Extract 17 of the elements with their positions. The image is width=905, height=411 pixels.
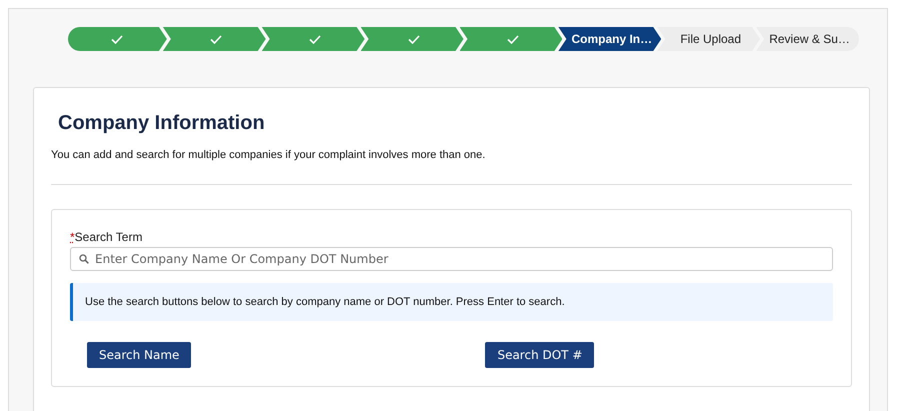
check-icon (210, 34, 222, 44)
page-heading: Company Information (58, 112, 266, 135)
required-mark: * (70, 230, 75, 244)
progress-step: File Upload (657, 27, 760, 51)
field-label: Search Term (74, 230, 142, 244)
check-icon (408, 34, 420, 44)
search-icon (79, 254, 89, 264)
check-icon (309, 34, 322, 44)
search-field[interactable]: Enter Company Name Or Company DOT Number (70, 247, 833, 271)
search-button[interactable]: Search Name (87, 342, 192, 368)
intro-text: You can add and search for multiple companies if your complaint involves more than one. (51, 149, 486, 161)
info-message: Use the search buttons below to search by company name or DOT number. Press Enter to search. (70, 283, 833, 321)
check-icon (506, 34, 519, 44)
progress-step: Company In… (558, 27, 662, 51)
progress-step: Review & Su… (756, 27, 859, 51)
search-button[interactable]: Search DOT # (485, 342, 594, 368)
check-icon (111, 34, 124, 44)
